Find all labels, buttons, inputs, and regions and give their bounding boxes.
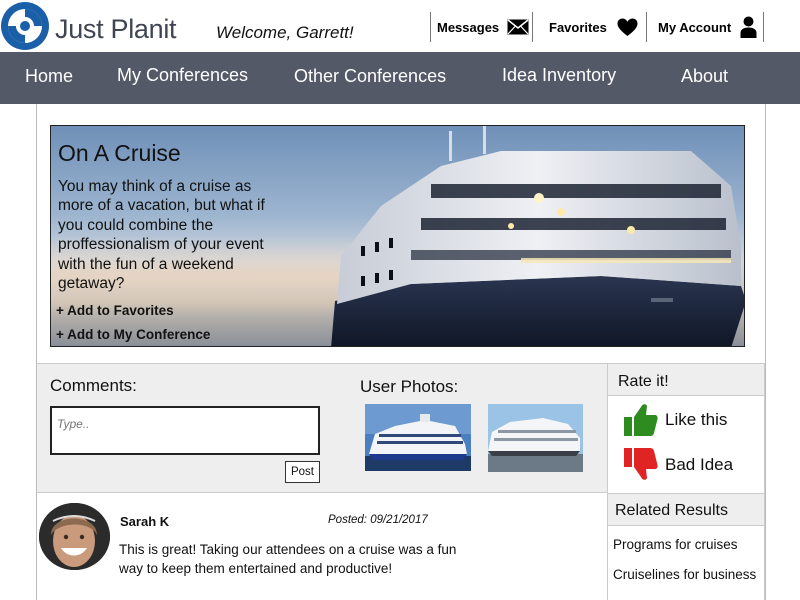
user-avatar-image <box>39 503 110 570</box>
nav-other-conferences[interactable]: Other Conferences <box>294 66 446 87</box>
envelope-icon <box>507 19 529 35</box>
hero-description: You may think of a cruise as more of a v… <box>58 178 265 293</box>
comments-label: Comments: <box>50 376 137 395</box>
heart-icon <box>617 18 638 37</box>
like-label: Like this <box>665 409 728 429</box>
favorites-label: Favorites <box>549 19 607 35</box>
nav-idea-inventory[interactable]: Idea Inventory <box>502 65 616 86</box>
divider <box>532 12 533 42</box>
divider <box>763 12 764 42</box>
user-photo-thumbnail[interactable] <box>488 404 583 472</box>
content-border <box>36 104 37 600</box>
add-to-favorites-link[interactable]: + Add to Favorites <box>56 303 174 318</box>
user-photos-label: User Photos: <box>360 377 459 396</box>
like-button[interactable]: Like this <box>624 403 727 436</box>
related-link-cruiselines[interactable]: Cruiselines for business <box>613 567 756 582</box>
messages-link[interactable]: Messages <box>437 12 529 42</box>
comment-input[interactable] <box>50 406 320 455</box>
related-link-programs[interactable]: Programs for cruises <box>613 537 738 552</box>
top-bar: Just Planit Welcome, Garrett! Messages F… <box>0 0 800 52</box>
main-nav: Home My Conferences Other Conferences Id… <box>0 52 800 104</box>
favorites-link[interactable]: Favorites <box>549 12 638 42</box>
dislike-button[interactable]: Bad Idea <box>624 448 733 481</box>
related-results-header: Related Results <box>607 493 765 526</box>
divider <box>430 12 431 42</box>
nav-my-conferences[interactable]: My Conferences <box>117 65 248 86</box>
divider <box>646 12 647 42</box>
rate-it-header: Rate it! <box>607 363 765 396</box>
hero-title: On A Cruise <box>58 140 181 166</box>
person-icon <box>740 16 757 38</box>
comment-text: This is great! Taking our attendees on a… <box>119 542 457 576</box>
avatar <box>39 503 110 570</box>
logo-icon[interactable] <box>0 0 52 52</box>
thumbs-down-icon <box>624 448 658 480</box>
account-label: My Account <box>658 19 732 35</box>
comment-date: Posted: 09/21/2017 <box>328 514 428 526</box>
ship-photo-2 <box>488 404 583 472</box>
nav-home[interactable]: Home <box>25 66 73 87</box>
ship-photo-1 <box>365 404 471 471</box>
brand-name[interactable]: Just Planit <box>55 14 177 45</box>
nav-about[interactable]: About <box>681 66 728 87</box>
user-photo-thumbnail[interactable] <box>365 404 471 471</box>
add-to-conference-link[interactable]: + Add to My Conference <box>56 327 210 342</box>
cruise-ship-image <box>331 126 744 346</box>
account-link[interactable]: My Account <box>658 12 757 42</box>
post-button[interactable]: Post <box>285 461 320 483</box>
content-border <box>765 104 766 600</box>
hero-banner: On A Cruise You may think of a cruise as… <box>50 125 745 347</box>
dislike-label: Bad Idea <box>665 454 734 474</box>
comment-author[interactable]: Sarah K <box>120 514 169 529</box>
welcome-message: Welcome, Garrett! <box>216 23 354 42</box>
thumbs-up-icon <box>624 404 658 436</box>
messages-label: Messages <box>437 19 500 35</box>
